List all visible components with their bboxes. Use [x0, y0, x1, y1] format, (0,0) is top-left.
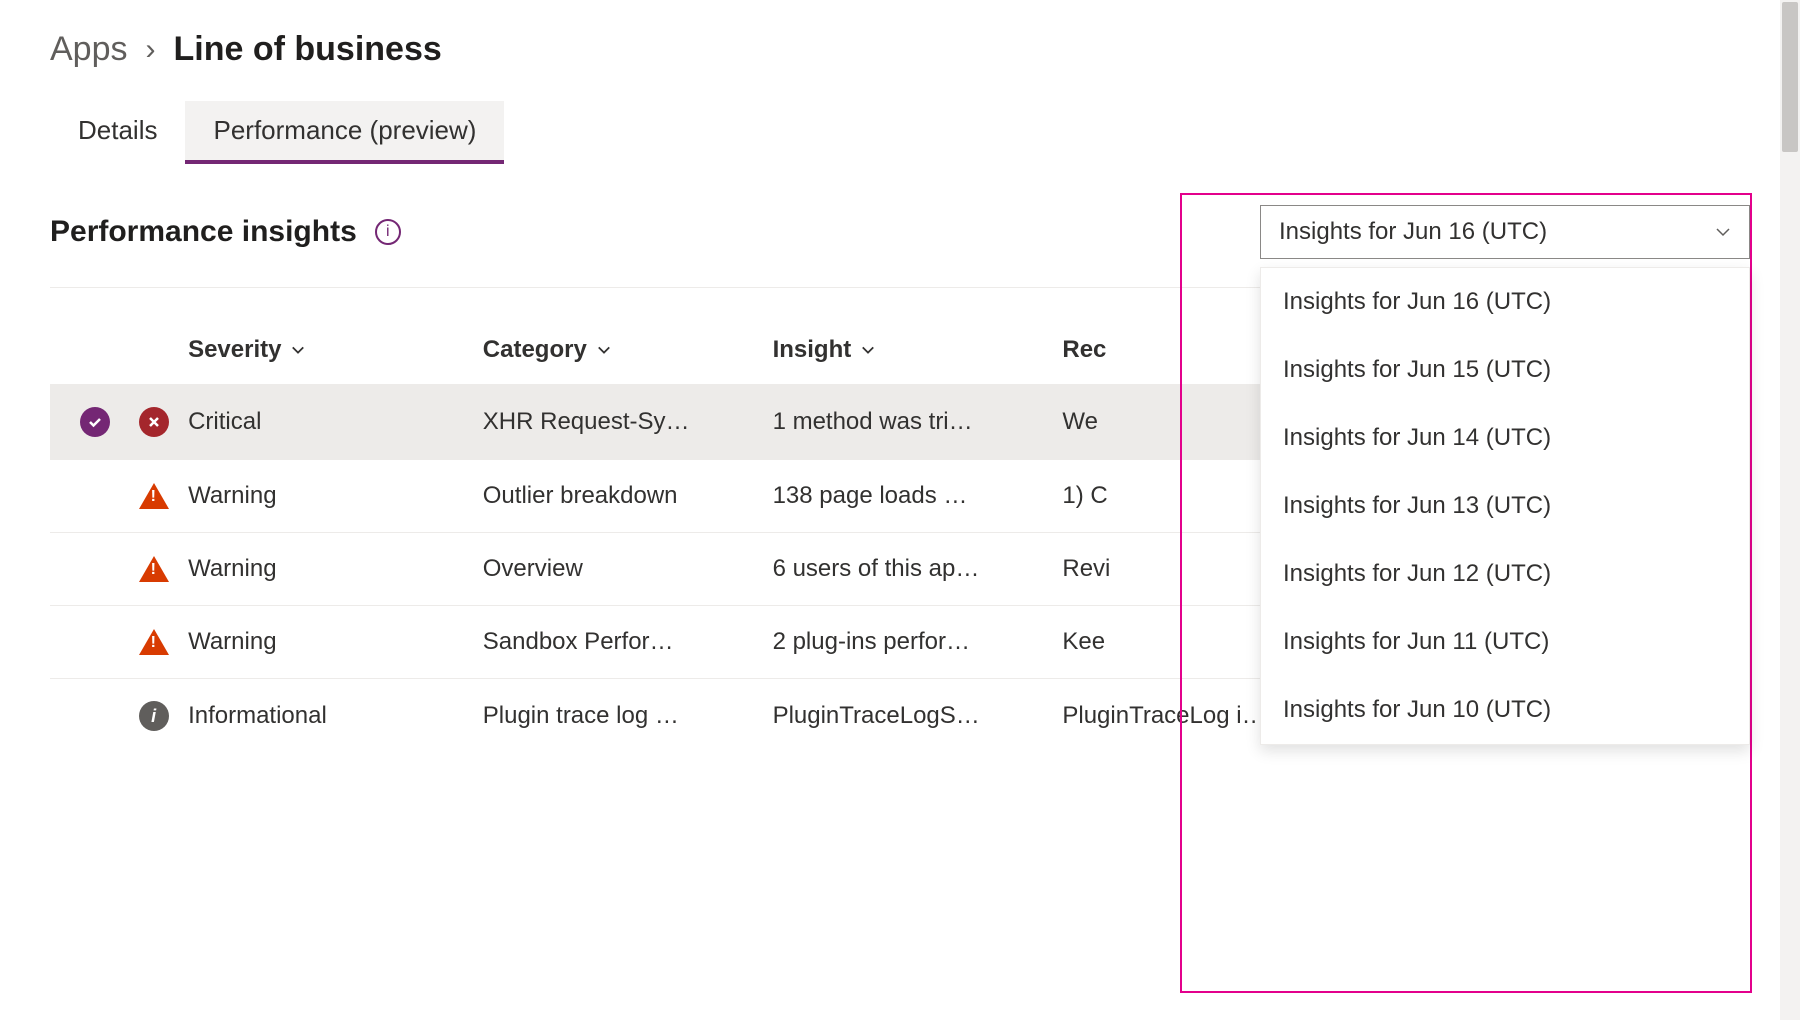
dropdown-option[interactable]: Insights for Jun 14 (UTC): [1261, 404, 1749, 472]
warning-icon: [139, 629, 169, 655]
recommendation-cell: 1) C: [1062, 482, 1127, 510]
dropdown-option[interactable]: Insights for Jun 11 (UTC): [1261, 608, 1749, 676]
check-icon[interactable]: [80, 407, 110, 437]
recommendation-cell: Revi: [1062, 555, 1130, 583]
column-header-recommendation[interactable]: Rec: [1062, 336, 1106, 364]
chevron-down-icon: [861, 343, 875, 357]
recommendation-cell: Kee: [1062, 628, 1125, 656]
info-icon[interactable]: i: [375, 219, 401, 245]
tabs: Details Performance (preview): [50, 101, 1750, 165]
dropdown-option[interactable]: Insights for Jun 13 (UTC): [1261, 472, 1749, 540]
insight-cell: 2 plug-ins perfor…: [773, 628, 990, 656]
scrollbar[interactable]: [1780, 0, 1800, 1020]
breadcrumb: Apps › Line of business: [50, 30, 1750, 69]
recommendation-cell: We: [1062, 408, 1118, 436]
chevron-down-icon: [1715, 224, 1731, 240]
tab-performance[interactable]: Performance (preview): [185, 101, 504, 164]
informational-icon: i: [139, 701, 169, 731]
chevron-down-icon: [597, 343, 611, 357]
column-header-category[interactable]: Category: [483, 336, 611, 364]
category-cell: Sandbox Perfor…: [483, 628, 694, 656]
insight-cell: 138 page loads …: [773, 482, 988, 510]
severity-cell: Informational: [188, 702, 347, 730]
tab-details[interactable]: Details: [50, 101, 185, 164]
scrollbar-thumb[interactable]: [1782, 2, 1798, 152]
breadcrumb-parent[interactable]: Apps: [50, 30, 128, 69]
dropdown-option[interactable]: Insights for Jun 12 (UTC): [1261, 540, 1749, 608]
insight-cell: PluginTraceLogS…: [773, 702, 1000, 730]
category-cell: XHR Request-Sy…: [483, 408, 710, 436]
date-dropdown[interactable]: Insights for Jun 16 (UTC) Insights for J…: [1260, 205, 1750, 259]
date-dropdown-list: Insights for Jun 16 (UTC) Insights for J…: [1260, 267, 1750, 745]
breadcrumb-current: Line of business: [174, 30, 442, 69]
dropdown-option[interactable]: Insights for Jun 10 (UTC): [1261, 676, 1749, 744]
column-header-insight[interactable]: Insight: [773, 336, 876, 364]
warning-icon: [139, 483, 169, 509]
severity-cell: Warning: [188, 555, 296, 583]
category-cell: Plugin trace log …: [483, 702, 699, 730]
critical-icon: [139, 407, 169, 437]
chevron-down-icon: [291, 343, 305, 357]
insight-cell: 1 method was tri…: [773, 408, 993, 436]
section-title: Performance insights: [50, 215, 357, 249]
severity-cell: Critical: [188, 408, 281, 436]
dropdown-option[interactable]: Insights for Jun 15 (UTC): [1261, 336, 1749, 404]
category-cell: Overview: [483, 555, 603, 583]
insight-cell: 6 users of this ap…: [773, 555, 1000, 583]
date-dropdown-button[interactable]: Insights for Jun 16 (UTC): [1260, 205, 1750, 259]
severity-cell: Warning: [188, 482, 296, 510]
column-header-severity[interactable]: Severity: [188, 336, 305, 364]
chevron-right-icon: ›: [146, 33, 156, 67]
dropdown-option[interactable]: Insights for Jun 16 (UTC): [1261, 268, 1749, 336]
category-cell: Outlier breakdown: [483, 482, 698, 510]
date-dropdown-selected: Insights for Jun 16 (UTC): [1279, 218, 1547, 246]
warning-icon: [139, 556, 169, 582]
severity-cell: Warning: [188, 628, 296, 656]
